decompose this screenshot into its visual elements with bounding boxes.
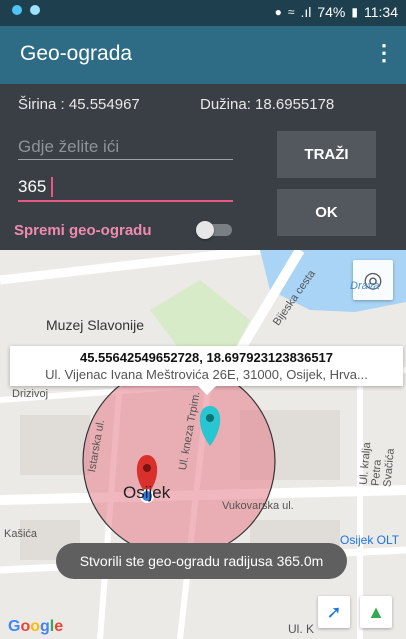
app-title: Geo-ograda <box>20 42 133 65</box>
location-pin-icon: ● <box>274 5 282 19</box>
geofence-form: Širina : 45.554967 Dužina: 18.6955178 TR… <box>0 84 406 250</box>
street-label: Ul. kralja Petra Svačića <box>357 441 397 488</box>
museum-label: Muzej Slavonije <box>46 317 145 333</box>
street-label: Drizivoj <box>12 388 49 400</box>
info-coordinates: 45.55642549652728, 18.697923123836517 <box>79 350 334 365</box>
search-input[interactable] <box>18 134 233 160</box>
city-label: Osijek <box>123 483 171 502</box>
station-label: Osijek OLT <box>340 533 400 547</box>
toast-message: Stvorili ste geo-ogradu radijusa 365.0m <box>56 543 347 579</box>
battery-percent: 74% <box>317 4 346 20</box>
app-notification-icon <box>30 5 40 15</box>
save-geofence-label: Spremi geo-ogradu <box>14 222 152 239</box>
wifi-icon: ≈ <box>287 5 295 19</box>
status-left <box>12 5 40 15</box>
map-canvas <box>0 250 406 639</box>
toggle-thumb <box>196 221 214 239</box>
status-bar: ● ≈ .ıl 74% ▮ 11:34 <box>0 0 406 26</box>
info-address: Ul. Vijenac Ivana Meštrovića 26E, 31000,… <box>45 367 368 382</box>
open-in-maps-button[interactable]: ▲ <box>360 596 392 628</box>
text-caret <box>51 177 53 197</box>
battery-icon: ▮ <box>351 5 358 19</box>
marker-red-dot <box>143 464 151 472</box>
search-button[interactable]: TRAŽI <box>277 131 376 178</box>
app-bar: Geo-ograda ⋮ <box>0 26 406 84</box>
ok-button[interactable]: OK <box>277 189 376 236</box>
road <box>0 250 261 285</box>
marker-cyan-dot <box>206 414 214 422</box>
directions-button[interactable]: ➚ <box>318 596 350 628</box>
overflow-menu-icon[interactable]: ⋮ <box>372 40 396 70</box>
longitude-label: Dužina: 18.6955178 <box>200 96 335 113</box>
signal-icon: .ıl <box>300 4 312 20</box>
building-block <box>20 415 90 475</box>
street-label: Ul. K <box>288 622 315 636</box>
marker-info-window[interactable]: 45.55642549652728, 18.697923123836517 Ul… <box>10 346 403 386</box>
river-label: Drava <box>350 280 380 292</box>
google-logo: Google <box>8 618 64 635</box>
street-label: Vukovarska ul. <box>222 500 294 512</box>
location-notification-icon <box>12 5 22 15</box>
map-view[interactable]: ◎ Muzej Slavonije 45.55642549652728, 18.… <box>0 250 406 639</box>
status-time: 11:34 <box>364 4 398 20</box>
save-geofence-toggle[interactable] <box>196 221 232 239</box>
status-right: ● ≈ .ıl 74% ▮ 11:34 <box>275 4 398 20</box>
latitude-label: Širina : 45.554967 <box>18 96 140 113</box>
street-label: Kašića <box>4 528 38 540</box>
